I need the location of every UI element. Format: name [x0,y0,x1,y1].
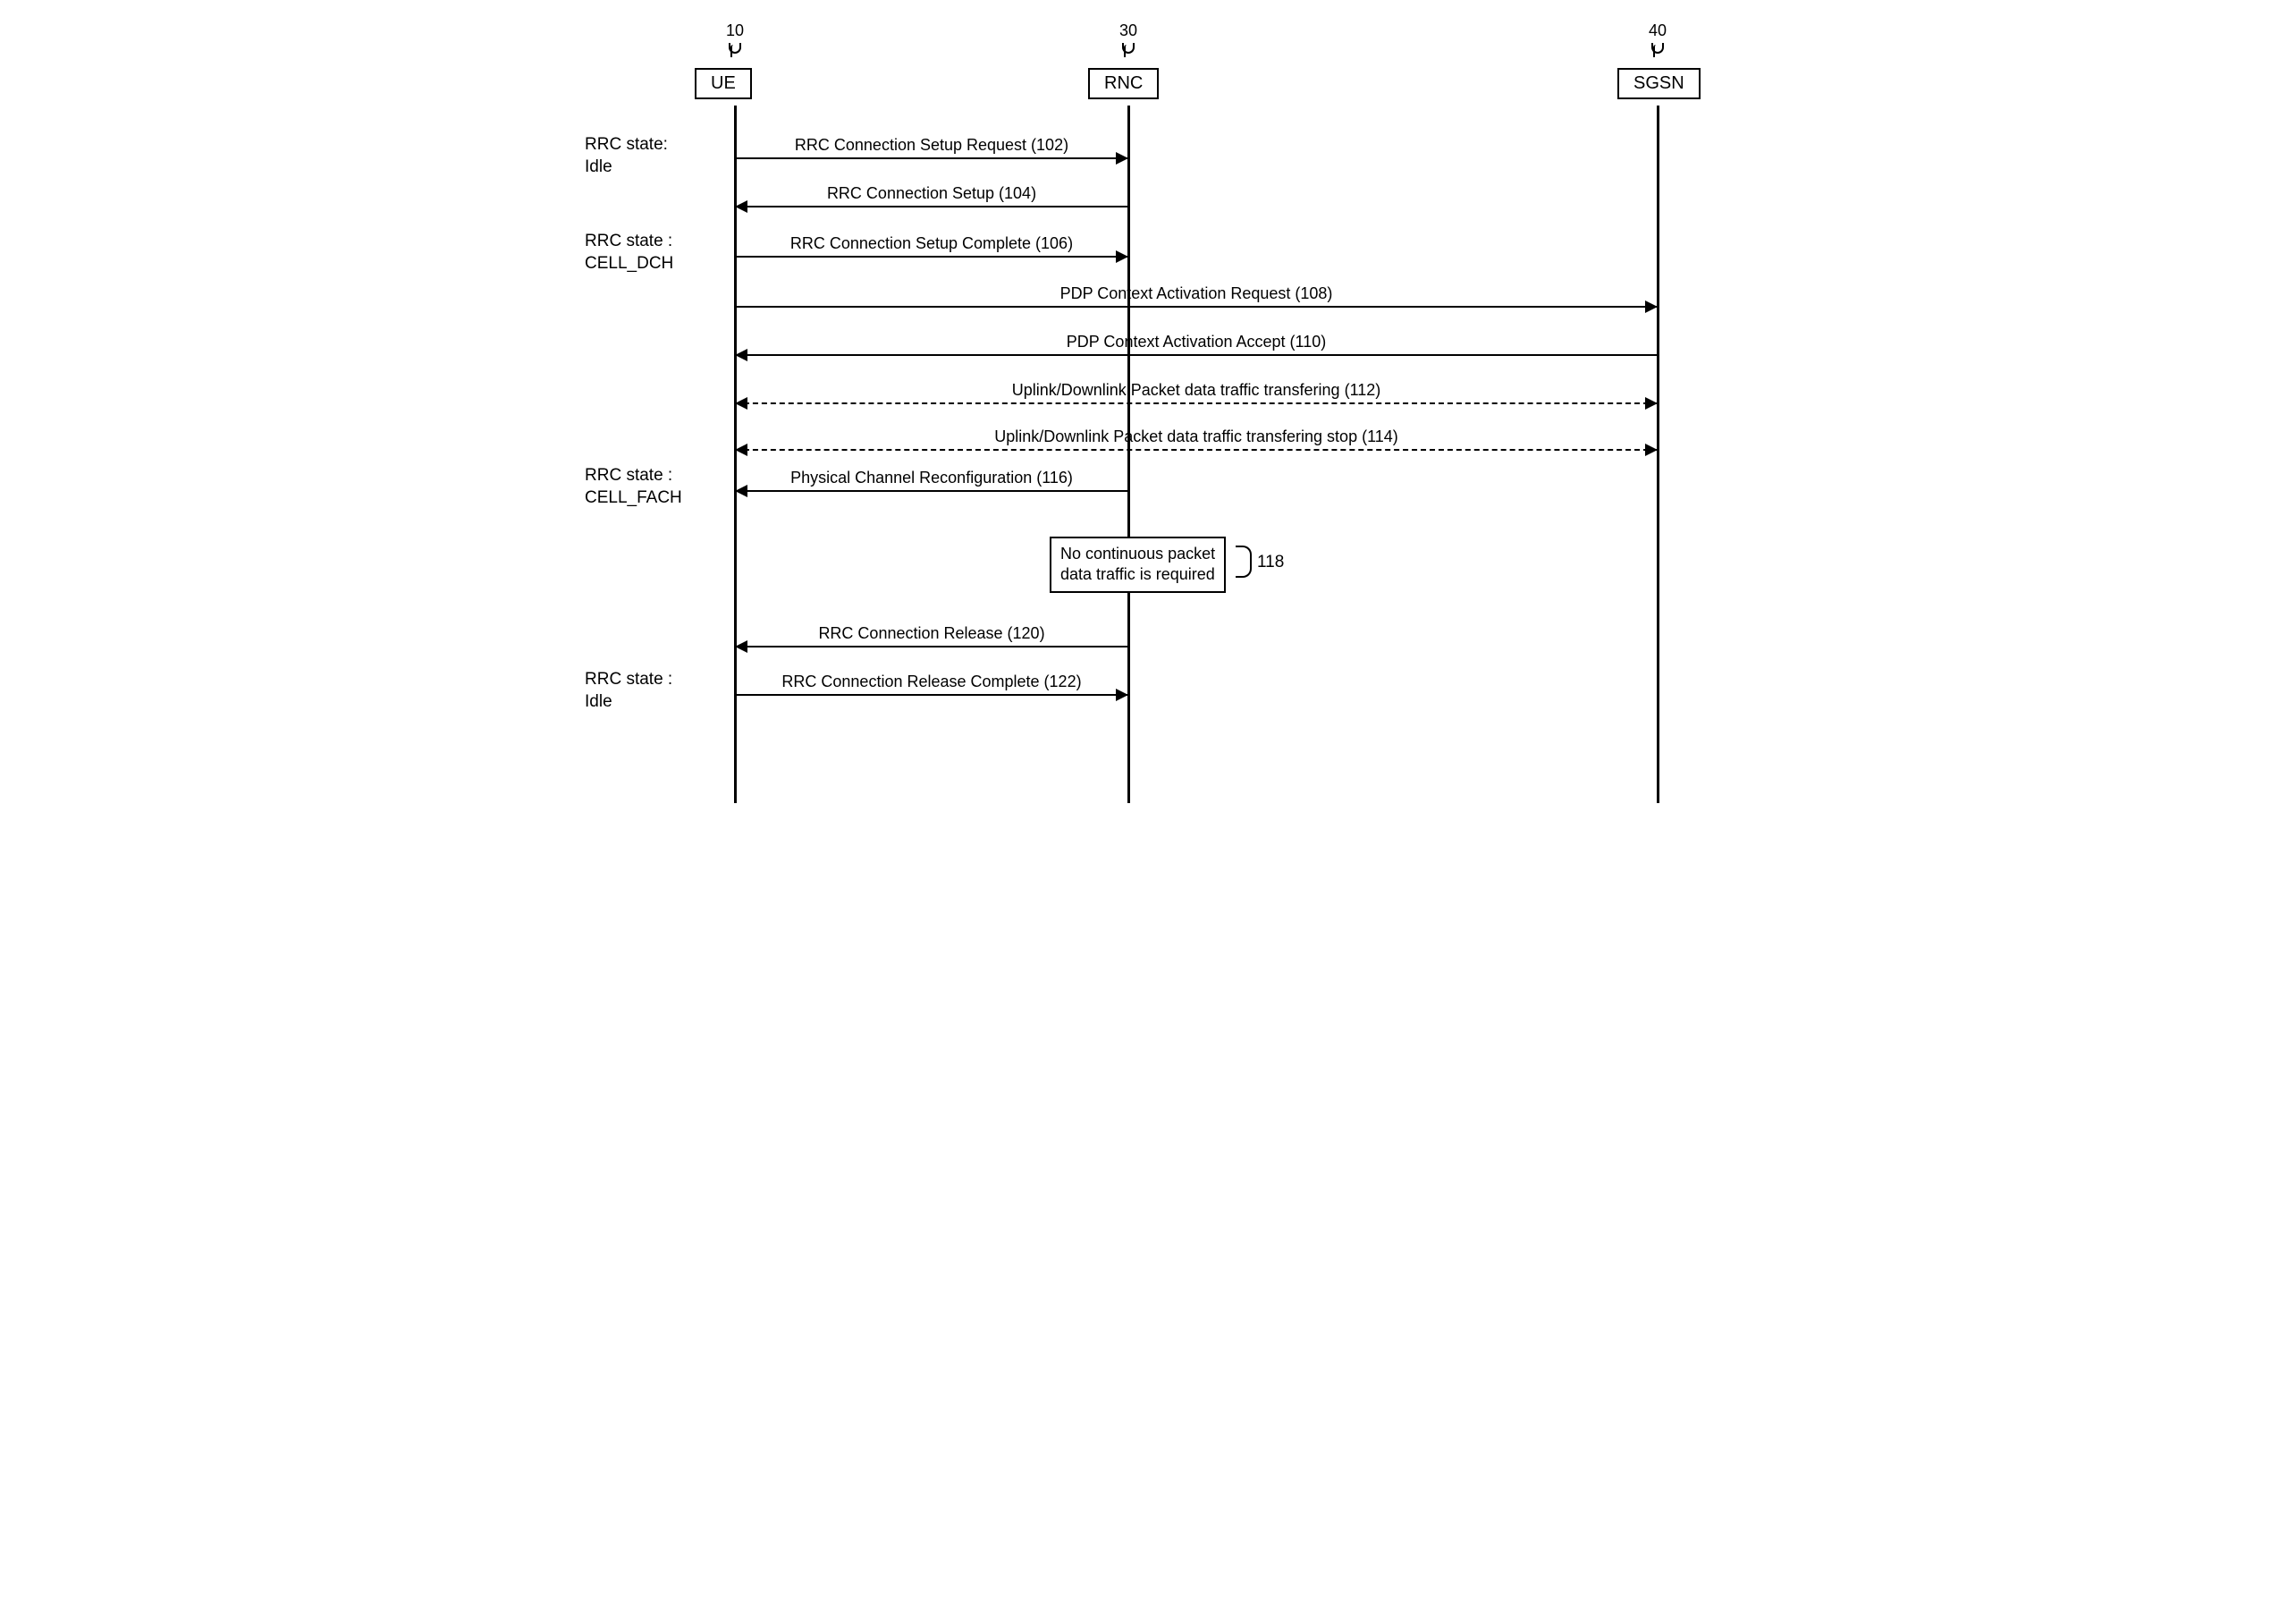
state-line2-1: CELL_DCH [585,253,728,275]
message-label-2: RRC Connection Setup Complete (106) [735,234,1128,253]
message-label-5: Uplink/Downlink Packet data traffic tran… [735,381,1658,400]
message-line-9 [735,694,1128,696]
actor-number-0: 10 [717,21,753,40]
arrowhead-right-9 [1116,689,1128,701]
arrowhead-left-7 [735,485,747,497]
message-row-9: RRC Connection Release Complete (122) [735,694,1128,730]
state-line2-0: Idle [585,157,728,179]
arrowhead-left-5 [735,397,747,410]
actor-box-rnc: RNC [1088,68,1159,99]
actor-number-2: 40 [1640,21,1676,40]
arrowhead-right-5 [1645,397,1658,410]
message-line-0 [735,157,1128,159]
arrowhead-right-0 [1116,152,1128,165]
actor-box-sgsn: SGSN [1617,68,1701,99]
state-label-0: RRC state:Idle [585,134,728,178]
message-label-4: PDP Context Activation Accept (110) [735,333,1658,351]
note-bracket [1236,546,1252,578]
message-label-0: RRC Connection Setup Request (102) [735,136,1128,155]
state-label-3: RRC state :Idle [585,669,728,713]
arrowhead-right-3 [1645,300,1658,313]
arrowhead-right-2 [1116,250,1128,263]
state-line2-2: CELL_FACH [585,487,728,510]
state-line1-3: RRC state : [585,669,728,691]
state-line1-0: RRC state: [585,134,728,157]
arrowhead-left-1 [735,200,747,213]
message-line-6 [735,449,1658,451]
actor-box-ue: UE [695,68,752,99]
message-line-4 [735,354,1658,356]
state-label-1: RRC state :CELL_DCH [585,231,728,275]
message-line-7 [735,490,1128,492]
message-label-1: RRC Connection Setup (104) [735,184,1128,203]
arrowhead-left-4 [735,349,747,361]
message-line-8 [735,646,1128,647]
arrowhead-left-8 [735,640,747,653]
message-label-9: RRC Connection Release Complete (122) [735,673,1128,691]
message-line-1 [735,206,1128,207]
state-line1-2: RRC state : [585,465,728,487]
note-ref-number: 118 [1257,553,1284,572]
state-label-2: RRC state :CELL_FACH [585,465,728,509]
message-line-5 [735,402,1658,404]
message-label-7: Physical Channel Reconfiguration (116) [735,469,1128,487]
note-box: No continuous packetdata traffic is requ… [1050,537,1226,593]
message-label-3: PDP Context Activation Request (108) [735,284,1658,303]
message-label-8: RRC Connection Release (120) [735,624,1128,643]
actor-number-1: 30 [1110,21,1146,40]
note-line1: No continuous packet [1060,544,1215,564]
note-line2: data traffic is required [1060,564,1215,585]
state-line2-3: Idle [585,691,728,714]
message-row-7: Physical Channel Reconfiguration (116) [735,490,1128,526]
arrowhead-right-6 [1645,444,1658,456]
arrowhead-left-6 [735,444,747,456]
state-line1-1: RRC state : [585,231,728,253]
message-line-3 [735,306,1658,308]
message-line-2 [735,256,1128,258]
message-label-6: Uplink/Downlink Packet data traffic tran… [735,427,1658,446]
